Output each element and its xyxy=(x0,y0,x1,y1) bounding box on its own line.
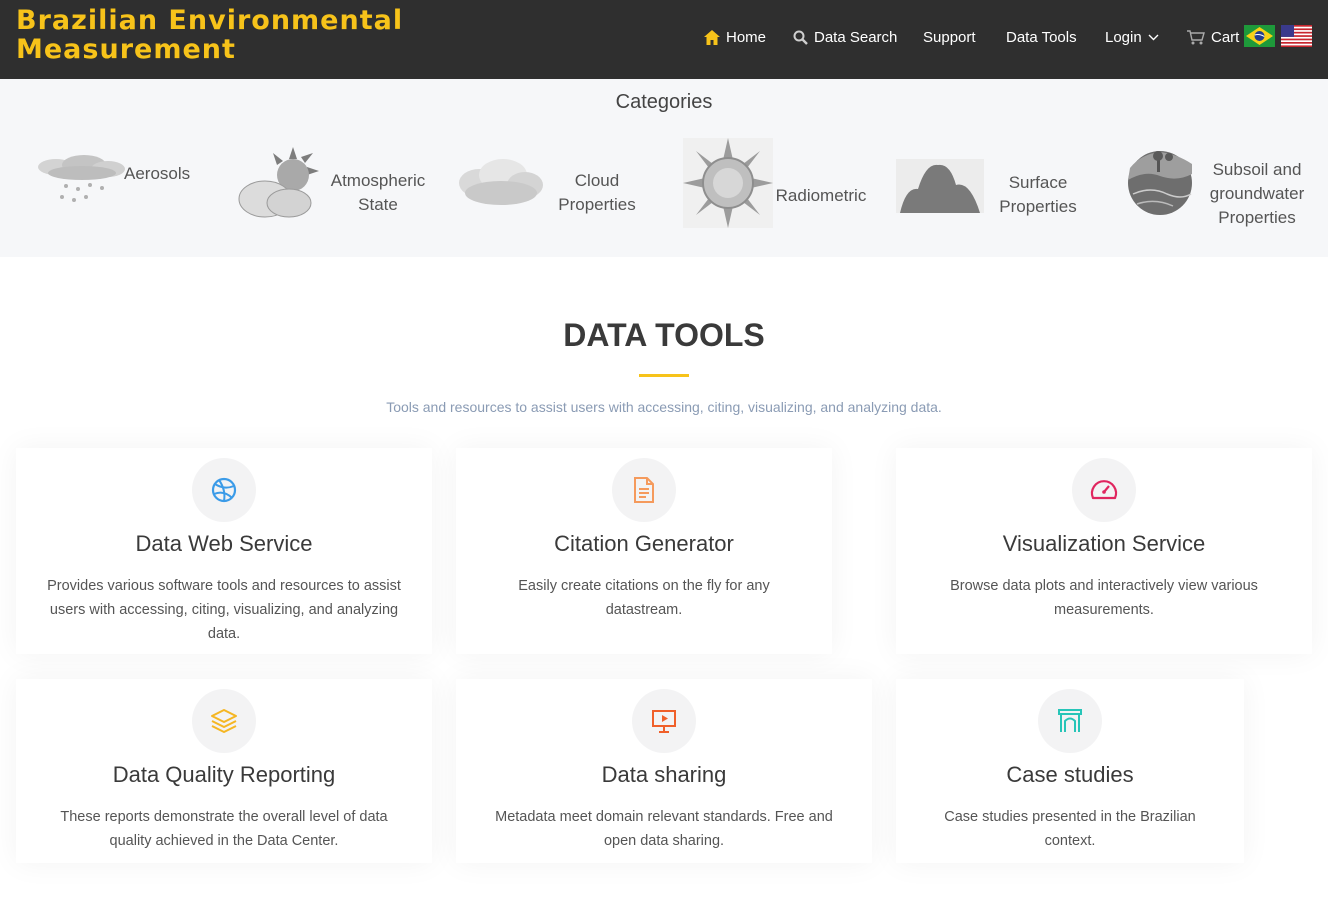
categories-title: Categories xyxy=(615,91,713,113)
tool-title: Data Web Service xyxy=(135,531,313,556)
brand-line-2: Measurement xyxy=(16,34,236,65)
category-label: Atmospheric State xyxy=(330,171,426,214)
category-surface-properties[interactable]: Surface Properties xyxy=(896,155,1096,225)
tool-title: Visualization Service xyxy=(1002,531,1206,556)
category-radiometric[interactable]: Radiometric xyxy=(683,138,873,230)
nav-home-label: Home xyxy=(726,28,767,46)
nav-data-search-label: Data Search xyxy=(814,28,898,46)
aerosols-icon xyxy=(38,155,125,202)
nav-home[interactable]: Home xyxy=(704,25,766,49)
tool-description: Browse data plots and interactively view… xyxy=(950,578,1258,618)
nav-data-tools[interactable]: Data Tools xyxy=(1006,25,1077,49)
tool-description: Metadata meet domain relevant standards.… xyxy=(495,809,833,849)
section-divider xyxy=(639,374,689,377)
tool-title: Data sharing xyxy=(601,762,727,787)
category-label: Subsoil and groundwater Properties xyxy=(1209,160,1305,227)
mountains-icon xyxy=(896,159,984,213)
tool-icon-circle xyxy=(1072,458,1136,522)
sun-icon xyxy=(683,138,773,228)
globe-icon xyxy=(211,477,237,503)
nav-support[interactable]: Support xyxy=(923,25,976,49)
nav-data-search[interactable]: Data Search xyxy=(793,25,897,49)
document-icon xyxy=(634,477,654,503)
tool-description: Case studies presented in the Brazilian … xyxy=(944,809,1196,849)
atmospheric-icon xyxy=(238,147,319,218)
tool-icon-circle xyxy=(1038,689,1102,753)
category-label: Surface Properties xyxy=(999,173,1077,216)
home-icon xyxy=(704,29,720,45)
speedometer-icon xyxy=(1090,480,1118,500)
tool-icon-circle xyxy=(192,689,256,753)
tool-card-case-studies[interactable]: Case studies Case studies presented in t… xyxy=(896,679,1244,863)
category-label: Cloud Properties xyxy=(558,171,636,214)
tool-description: Provides various software tools and reso… xyxy=(47,578,401,642)
tool-icon-circle xyxy=(192,458,256,522)
tool-card-visualization-service[interactable]: Visualization Service Browse data plots … xyxy=(896,448,1312,654)
category-label: Radiometric xyxy=(775,186,867,205)
nav-cart-label: Cart xyxy=(1211,28,1240,46)
nav-cart[interactable]: Cart xyxy=(1187,25,1239,49)
section-subtitle: Tools and resources to assist users with… xyxy=(386,399,942,415)
archway-icon xyxy=(1058,709,1082,732)
tool-description: These reports demonstrate the overall le… xyxy=(60,809,388,849)
usa-flag-icon[interactable] xyxy=(1281,25,1312,47)
subsoil-icon xyxy=(1128,151,1192,215)
category-label: Aerosols xyxy=(124,164,191,183)
tool-icon-circle xyxy=(632,689,696,753)
top-navbar: Brazilian Environmental Measurement Home… xyxy=(0,0,1328,79)
categories-bar: Categories Aerosols Atmospheric State Cl… xyxy=(0,79,1328,257)
tool-title: Data Quality Reporting xyxy=(112,762,336,787)
search-icon xyxy=(793,30,808,45)
tool-icon-circle xyxy=(612,458,676,522)
cart-icon xyxy=(1187,29,1205,44)
site-brand[interactable]: Brazilian Environmental Measurement xyxy=(16,6,403,64)
presentation-icon xyxy=(652,710,676,733)
category-aerosols[interactable]: Aerosols xyxy=(36,153,196,213)
nav-login-label: Login xyxy=(1105,28,1142,46)
chevron-down-icon xyxy=(1148,34,1159,40)
brand-line-1: Brazilian Environmental xyxy=(16,5,404,36)
tool-card-data-web-service[interactable]: Data Web Service Provides various softwa… xyxy=(16,448,432,654)
category-atmospheric-state[interactable]: Atmospheric State xyxy=(237,145,437,225)
category-cloud-properties[interactable]: Cloud Properties xyxy=(457,153,657,223)
tool-title: Citation Generator xyxy=(554,531,734,556)
tool-card-citation-generator[interactable]: Citation Generator Easily create citatio… xyxy=(456,448,832,654)
tool-card-data-quality-reporting[interactable]: Data Quality Reporting These reports dem… xyxy=(16,679,432,863)
tool-description: Easily create citations on the fly for a… xyxy=(518,578,770,618)
category-subsoil-groundwater[interactable]: Subsoil and groundwater Properties xyxy=(1127,148,1322,228)
nav-data-tools-label: Data Tools xyxy=(1006,28,1077,46)
brazil-flag-icon[interactable] xyxy=(1244,25,1275,47)
nav-support-label: Support xyxy=(923,28,976,46)
tool-title: Case studies xyxy=(1006,762,1134,787)
layers-icon xyxy=(211,709,237,733)
nav-login[interactable]: Login xyxy=(1105,25,1159,49)
tool-card-data-sharing[interactable]: Data sharing Metadata meet domain releva… xyxy=(456,679,872,863)
cloud-icon xyxy=(459,159,543,205)
section-title: DATA TOOLS xyxy=(563,317,765,353)
